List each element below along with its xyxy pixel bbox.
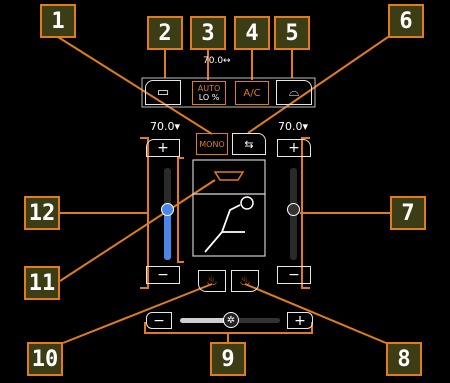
windshield-icon (213, 171, 245, 181)
air-recirculation-icon: ⇆ (244, 137, 254, 151)
right-seat-heater-icon: ♨ (239, 273, 251, 289)
left-minus-label: − (157, 267, 169, 283)
rear-defrost-button[interactable]: ▭ (145, 80, 181, 105)
fan-plus-label: + (294, 312, 306, 329)
callout-8: 8 (386, 342, 422, 376)
left-plus-label: + (157, 140, 169, 156)
front-defrost-icon: ⌓ (288, 85, 300, 100)
callout-9: 9 (210, 342, 246, 376)
seat-airflow-panel (192, 193, 266, 257)
right-seat-heater-button[interactable]: ♨ (231, 270, 259, 292)
leader-line-6 (247, 36, 389, 134)
mono-button[interactable]: MONO (196, 133, 228, 155)
left-temp-slider-knob[interactable] (161, 203, 174, 216)
leader-line-1 (57, 36, 213, 135)
fan-increase-button[interactable]: + (287, 312, 313, 329)
leader-line-8 (244, 283, 387, 344)
callout-10: 10 (27, 342, 63, 376)
callout-1: 1 (40, 4, 76, 38)
recirculation-button[interactable]: ⇆ (232, 133, 266, 155)
right-temp-slider-knob[interactable] (287, 203, 300, 216)
auto-label: AUTO (197, 84, 221, 93)
windshield-panel (192, 159, 266, 195)
left-temperature: 70.0▾ (150, 120, 181, 133)
left-temp-up-button[interactable]: + (146, 139, 180, 157)
fan-slider-knob[interactable]: ✲ (223, 312, 239, 328)
right-temp-up-button[interactable]: + (277, 139, 311, 157)
airflow-head-icon (240, 196, 254, 210)
leader-line-11 (59, 179, 216, 282)
ac-label: A/C (243, 87, 261, 99)
callout-5: 5 (274, 16, 310, 50)
callout-3: 3 (190, 16, 226, 50)
auto-button[interactable]: AUTO LO % (192, 81, 226, 105)
left-temp-down-button[interactable]: − (146, 266, 180, 284)
auto-fan-level: LO % (198, 93, 220, 102)
callout-2: 2 (147, 16, 183, 50)
mono-label: MONO (199, 139, 225, 149)
callout-6: 6 (388, 4, 424, 38)
ac-button[interactable]: A/C (235, 81, 269, 105)
seat-occupant-icon (204, 204, 245, 253)
leader-line-10 (62, 283, 213, 344)
left-seat-heater-icon: ♨ (206, 273, 218, 289)
seat-zone-bracket (177, 157, 184, 263)
right-plus-label: + (288, 140, 300, 156)
front-defrost-button[interactable]: ⌓ (276, 80, 312, 105)
rear-defrost-icon: ▭ (156, 85, 170, 100)
callout-4: 4 (234, 16, 270, 50)
callout-11: 11 (24, 266, 60, 300)
fan-icon: ✲ (226, 314, 236, 326)
right-minus-label: − (288, 267, 300, 283)
fan-speed-readout: 70.0↔ (203, 56, 231, 66)
callout-12: 12 (24, 196, 60, 230)
fan-decrease-button[interactable]: − (146, 312, 172, 329)
callout-7: 7 (390, 196, 426, 230)
right-temp-down-button[interactable]: − (277, 266, 311, 284)
right-temperature: 70.0▾ (278, 120, 309, 133)
fan-minus-label: − (153, 312, 165, 329)
left-seat-heater-button[interactable]: ♨ (198, 270, 226, 292)
